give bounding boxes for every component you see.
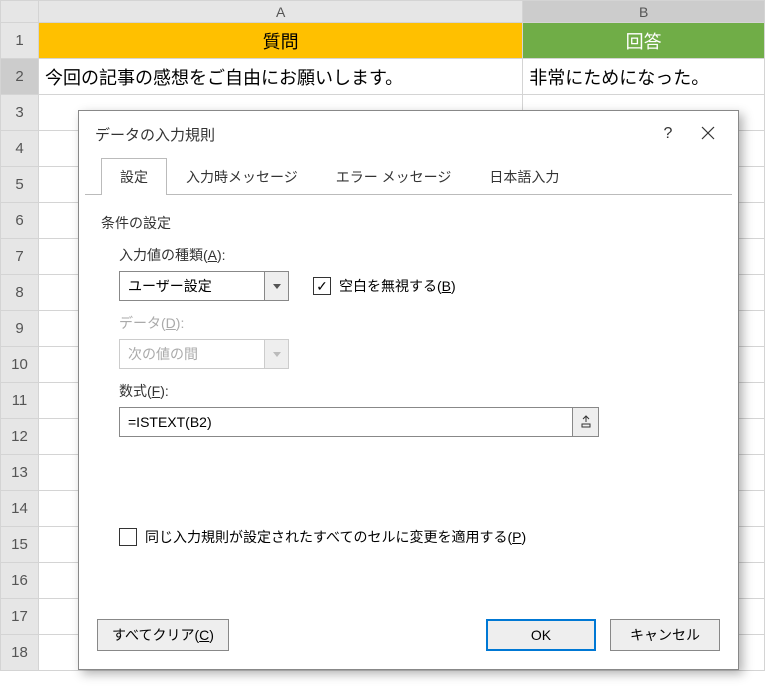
- ok-button[interactable]: OK: [486, 619, 596, 651]
- row-header[interactable]: 13: [1, 455, 39, 491]
- data-label: データ(D):: [119, 313, 716, 333]
- cancel-button[interactable]: キャンセル: [610, 619, 720, 651]
- row-header[interactable]: 4: [1, 131, 39, 167]
- col-header-a[interactable]: A: [38, 1, 522, 23]
- cell-a1[interactable]: 質問: [38, 23, 522, 59]
- row-header[interactable]: 8: [1, 275, 39, 311]
- tabs: 設定 入力時メッセージ エラー メッセージ 日本語入力: [85, 157, 732, 195]
- tab-ime[interactable]: 日本語入力: [470, 158, 578, 195]
- row-header[interactable]: 17: [1, 599, 39, 635]
- row-header[interactable]: 11: [1, 383, 39, 419]
- data-combo: 次の値の間: [119, 339, 289, 369]
- cell-a2[interactable]: 今回の記事の感想をご自由にお願いします。: [38, 59, 522, 95]
- help-button[interactable]: ?: [648, 125, 688, 143]
- apply-all-checkbox[interactable]: 同じ入力規則が設定されたすべてのセルに変更を適用する(P): [119, 527, 526, 547]
- chevron-down-icon: [264, 340, 288, 368]
- row-header[interactable]: 7: [1, 239, 39, 275]
- checkbox-icon: [313, 277, 331, 295]
- row-header[interactable]: 5: [1, 167, 39, 203]
- dialog-titlebar[interactable]: データの入力規則 ?: [79, 111, 738, 157]
- select-all-corner[interactable]: [1, 1, 39, 23]
- row-header[interactable]: 3: [1, 95, 39, 131]
- chevron-down-icon[interactable]: [264, 272, 288, 300]
- row-header[interactable]: 15: [1, 527, 39, 563]
- tab-settings[interactable]: 設定: [101, 158, 167, 195]
- formula-label: 数式(F):: [119, 381, 716, 401]
- range-select-button[interactable]: [572, 408, 598, 436]
- row-header[interactable]: 9: [1, 311, 39, 347]
- apply-all-label: 同じ入力規則が設定されたすべてのセルに変更を適用する(P): [145, 527, 526, 547]
- ignore-blank-label: 空白を無視する(B): [339, 276, 456, 296]
- row-header[interactable]: 6: [1, 203, 39, 239]
- data-validation-dialog: データの入力規則 ? 設定 入力時メッセージ エラー メッセージ 日本語入力 条…: [78, 110, 739, 670]
- ignore-blank-checkbox[interactable]: 空白を無視する(B): [313, 276, 456, 296]
- row-header[interactable]: 14: [1, 491, 39, 527]
- collapse-dialog-icon: [580, 415, 592, 429]
- cell-b2[interactable]: 非常にためになった。: [523, 59, 765, 95]
- row-header[interactable]: 16: [1, 563, 39, 599]
- row-header[interactable]: 10: [1, 347, 39, 383]
- close-button[interactable]: [688, 126, 728, 143]
- data-combo-value: 次の値の間: [120, 340, 264, 368]
- section-label: 条件の設定: [101, 213, 716, 233]
- allow-label: 入力値の種類(A):: [119, 245, 716, 265]
- cell-b1[interactable]: 回答: [523, 23, 765, 59]
- row-header[interactable]: 18: [1, 635, 39, 671]
- row-header[interactable]: 2: [1, 59, 39, 95]
- close-icon: [701, 126, 715, 140]
- allow-combo[interactable]: ユーザー設定: [119, 271, 289, 301]
- checkbox-icon: [119, 528, 137, 546]
- row-header[interactable]: 12: [1, 419, 39, 455]
- allow-combo-value: ユーザー設定: [120, 272, 264, 300]
- tab-input-message[interactable]: 入力時メッセージ: [167, 158, 317, 195]
- formula-input[interactable]: [120, 408, 572, 436]
- tab-error-message[interactable]: エラー メッセージ: [317, 158, 471, 195]
- row-header[interactable]: 1: [1, 23, 39, 59]
- clear-all-button[interactable]: すべてクリア(C): [97, 619, 229, 651]
- col-header-b[interactable]: B: [523, 1, 765, 23]
- dialog-title: データの入力規則: [95, 124, 648, 145]
